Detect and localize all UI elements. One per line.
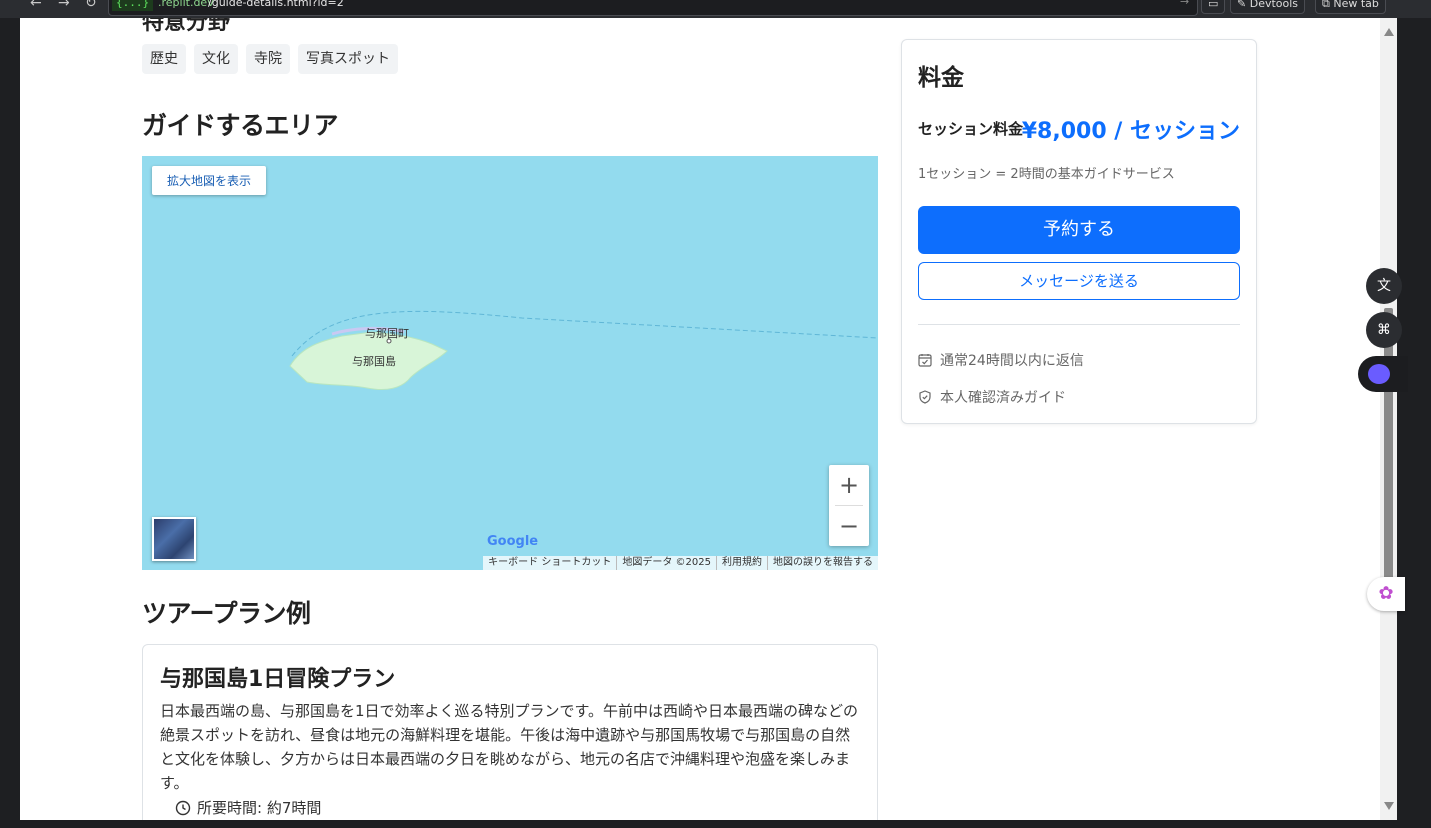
specialty-tags: 歴史 文化 寺院 写真スポット	[142, 44, 398, 74]
new-tab-label: New tab	[1333, 0, 1379, 10]
verified-feature: 本人確認済みガイド	[918, 387, 1066, 407]
map-attribution: キーボード ショートカット 地図データ ©2025 利用規約 地図の誤りを報告す…	[483, 556, 878, 570]
plan-card: 与那国島1日冒険プラン 日本最西端の島、与那国島を1日で効率よく巡る特別プランで…	[142, 644, 878, 820]
screen-icon[interactable]: ▭	[1201, 0, 1225, 14]
verified-feature-text: 本人確認済みガイド	[940, 390, 1066, 406]
zoom-out-button[interactable]: −	[829, 506, 869, 546]
map-canvas	[289, 310, 878, 391]
apps-extension-icon[interactable]: ⌘	[1366, 312, 1402, 348]
zoom-controls: + −	[829, 465, 869, 546]
area-heading: ガイドするエリア	[142, 111, 339, 140]
plan-duration: 所要時間: 約7時間	[175, 797, 321, 818]
session-fee-label: セッション料金	[918, 120, 1024, 138]
go-arrow-icon[interactable]: →	[1180, 0, 1189, 8]
specialties-heading: 特意分野	[142, 18, 231, 35]
reload-icon[interactable]: ↻	[85, 0, 97, 11]
tag: 文化	[194, 44, 238, 74]
keyboard-shortcuts-link[interactable]: キーボード ショートカット	[483, 556, 616, 570]
devtools-label: Devtools	[1249, 0, 1299, 10]
back-icon[interactable]: ←	[30, 0, 42, 11]
translate-extension-icon[interactable]: 文	[1366, 268, 1402, 304]
domain-text: .replit.dev	[158, 0, 214, 9]
tag: 写真スポット	[298, 44, 398, 74]
duration-text: 所要時間: 約7時間	[197, 799, 322, 817]
browser-toolbar: ← → ↻ {...} .replit.dev /guide-details.h…	[0, 0, 1431, 18]
tag: 寺院	[246, 44, 290, 74]
devtools-button[interactable]: ✎ Devtools	[1230, 0, 1306, 14]
session-note: 1セッション = 2時間の基本ガイドサービス	[918, 167, 1175, 182]
town-label: 与那国町	[365, 327, 409, 340]
clock-icon	[175, 800, 191, 815]
calendar-check-icon	[918, 354, 932, 367]
enlarge-map-link[interactable]: 拡大地図を表示	[152, 166, 267, 195]
shield-check-icon	[919, 390, 931, 404]
left-panel-edge	[0, 18, 20, 828]
session-price: ¥8,000 / セッション	[1021, 119, 1240, 144]
pricing-card: 料金 セッション料金 ¥8,000 / セッション 1セッション = 2時間の基…	[901, 39, 1257, 424]
send-message-button[interactable]: メッセージを送る	[918, 262, 1240, 300]
island-label: 与那国島	[352, 355, 396, 368]
report-error-link[interactable]: 地図の誤りを報告する	[767, 556, 878, 570]
scroll-down-arrow-icon[interactable]	[1384, 802, 1394, 810]
google-map[interactable]: 拡大地図を表示 与那国町 与那国島 + − Google キーボード ショートカ…	[142, 156, 878, 570]
google-logo: Google	[487, 534, 539, 549]
assistant-face-icon[interactable]	[1368, 364, 1390, 384]
book-button[interactable]: 予約する	[918, 206, 1240, 254]
scroll-thumb[interactable]	[1384, 308, 1393, 608]
plans-heading: ツアープラン例	[142, 599, 311, 628]
scroll-up-arrow-icon[interactable]	[1384, 28, 1394, 36]
tag: 歴史	[142, 44, 186, 74]
domain-chip: {...}	[112, 0, 154, 11]
brain-extension-icon[interactable]: ✿	[1367, 577, 1405, 611]
page-content: 特意分野 歴史 文化 寺院 写真スポット ガイドするエリア 拡大地図を表示 与那…	[20, 18, 1380, 820]
zoom-in-button[interactable]: +	[829, 465, 869, 505]
bottom-edge	[20, 820, 1397, 828]
new-tab-button[interactable]: ⧉ New tab	[1315, 0, 1386, 14]
reply-feature-text: 通常24時間以内に返信	[940, 353, 1084, 369]
reply-feature: 通常24時間以内に返信	[918, 350, 1084, 370]
divider	[918, 324, 1240, 325]
forward-icon[interactable]: →	[58, 0, 70, 11]
page-scrollbar[interactable]	[1380, 18, 1397, 820]
right-panel-edge	[1397, 18, 1431, 828]
terms-link[interactable]: 利用規約	[716, 556, 767, 570]
pricing-title: 料金	[918, 65, 964, 91]
url-path: /guide-details.html?id=2	[208, 0, 344, 9]
plan-description: 日本最西端の島、与那国島を1日で効率よく巡る特別プランです。午前中は西崎や日本最…	[160, 702, 859, 792]
map-data-text: 地図データ ©2025	[616, 556, 716, 570]
plan-title: 与那国島1日冒険プラン	[160, 667, 396, 692]
satellite-toggle[interactable]	[152, 517, 196, 561]
